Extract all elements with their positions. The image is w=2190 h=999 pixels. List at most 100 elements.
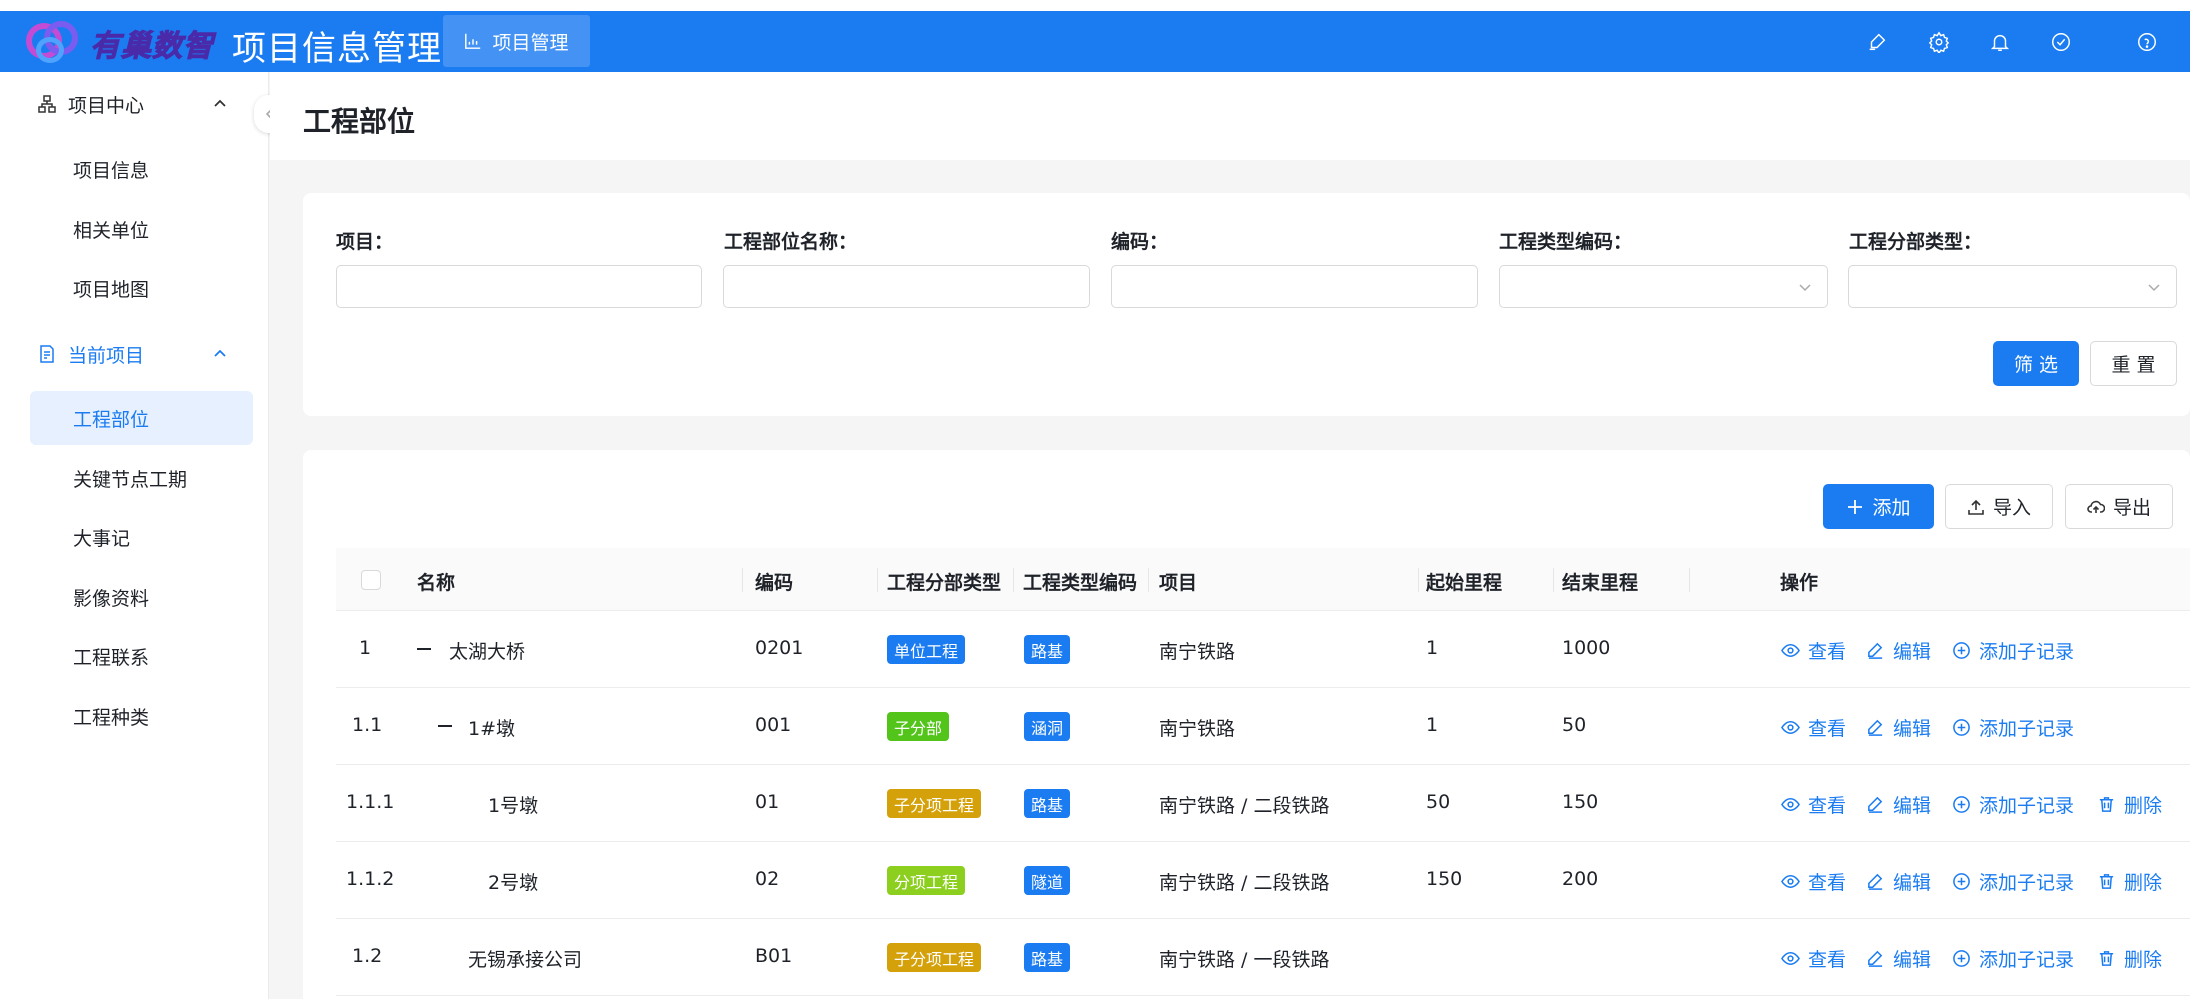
export-button[interactable]: 导出 — [2065, 484, 2173, 529]
export-button-label: 导出 — [2112, 497, 2151, 519]
name-filter-input[interactable] — [723, 265, 1090, 308]
add-button[interactable]: 添加 — [1823, 484, 1934, 529]
view-action-label: 查看 — [1808, 718, 1847, 740]
sidebar-group-label: 当前项目 — [68, 344, 145, 367]
page-title: 工程部位 — [303, 105, 416, 138]
project-filter-label: 项目： — [336, 231, 394, 253]
row-code: B01 — [755, 945, 793, 967]
app-header: 有巢数智 项目信息管理 项目管理 — [0, 11, 2190, 72]
eye-icon — [1781, 875, 1800, 888]
row-start-mileage: 1 — [1426, 714, 1439, 736]
plus-circle-icon — [1953, 796, 1970, 813]
app-title: 项目信息管理 — [232, 29, 442, 69]
view-action[interactable]: 查看 — [1781, 945, 1846, 972]
edit-action[interactable]: 编辑 — [1866, 714, 1931, 741]
edit-action-label: 编辑 — [1893, 949, 1932, 971]
collapse-toggle-icon[interactable] — [417, 648, 431, 650]
plus-circle-icon — [1953, 719, 1970, 736]
reset-button[interactable]: 重 置 — [2090, 341, 2177, 386]
eye-icon — [1781, 798, 1800, 811]
bell-icon[interactable] — [1987, 29, 2013, 55]
row-index: 1.1 — [352, 714, 383, 736]
sidebar-item-events[interactable]: 大事记 — [30, 510, 253, 564]
delete-action[interactable]: 删除 — [2097, 945, 2162, 972]
edit-action-label: 编辑 — [1893, 641, 1932, 663]
sidebar-item-project-map[interactable]: 项目地图 — [30, 261, 253, 315]
type-code-tag: 涵洞 — [1024, 712, 1071, 741]
add-child-action[interactable]: 添加子记录 — [1952, 791, 2074, 818]
view-action[interactable]: 查看 — [1781, 637, 1846, 664]
code-filter-input[interactable] — [1111, 265, 1478, 308]
add-child-action[interactable]: 添加子记录 — [1952, 945, 2074, 972]
delete-action[interactable]: 删除 — [2097, 791, 2162, 818]
plus-circle-icon — [1953, 950, 1970, 967]
row-code: 0201 — [755, 637, 804, 659]
table-row: 1 太湖大桥 0201 单位工程 路基 南宁铁路 1 1000 查看 编辑 添加子记录 — [336, 611, 2190, 688]
sidebar-item-categories[interactable]: 工程种类 — [30, 689, 253, 743]
check-circle-icon[interactable] — [2048, 29, 2074, 55]
chevron-down-icon — [2148, 284, 2160, 292]
sidebar-item-project-info[interactable]: 项目信息 — [30, 142, 253, 196]
column-header-division-type: 工程分部类型 — [887, 572, 1002, 594]
brush-icon[interactable] — [1864, 29, 1890, 55]
type-code-tag: 路基 — [1024, 635, 1071, 664]
row-end-mileage: 1000 — [1562, 637, 1611, 659]
logo: 有巢数智 — [22, 15, 222, 67]
gear-icon[interactable] — [1926, 29, 1952, 55]
add-child-action-label: 添加子记录 — [1979, 718, 2075, 740]
division-type-tag: 子分项工程 — [887, 943, 982, 972]
sidebar-item-key-milestones[interactable]: 关键节点工期 — [30, 451, 253, 505]
row-project: 南宁铁路 / 一段铁路 — [1159, 949, 1330, 971]
project-filter-input[interactable] — [336, 265, 702, 308]
logo-mark-icon — [22, 15, 84, 67]
help-icon[interactable] — [2134, 29, 2160, 55]
type-code-select[interactable] — [1499, 265, 1828, 308]
edit-action[interactable]: 编辑 — [1866, 791, 1931, 818]
cloud-upload-icon — [2087, 500, 2105, 513]
view-action-label: 查看 — [1808, 641, 1847, 663]
add-child-action[interactable]: 添加子记录 — [1952, 714, 2074, 741]
edit-action[interactable]: 编辑 — [1866, 945, 1931, 972]
delete-action[interactable]: 删除 — [2097, 868, 2162, 895]
import-button[interactable]: 导入 — [1945, 484, 2053, 529]
nav-tab-label: 项目管理 — [492, 31, 569, 54]
view-action[interactable]: 查看 — [1781, 791, 1846, 818]
column-header-end-mileage: 结束里程 — [1562, 572, 1639, 594]
edit-action[interactable]: 编辑 — [1866, 637, 1931, 664]
division-type-select[interactable] — [1848, 265, 2177, 308]
table-row: 1.1 1#墩 001 子分部 涵洞 南宁铁路 1 50 查看 编辑 添加子记录 — [336, 688, 2190, 765]
nav-tab-project-management[interactable]: 项目管理 — [443, 15, 590, 67]
sidebar-group-current-project[interactable]: 当前项目 — [0, 324, 269, 384]
view-action[interactable]: 查看 — [1781, 868, 1846, 895]
division-type-tag: 子分项工程 — [887, 789, 982, 818]
sidebar-item-contacts[interactable]: 工程联系 — [30, 629, 253, 683]
sidebar-item-related-units[interactable]: 相关单位 — [30, 202, 253, 256]
collapse-toggle-icon[interactable] — [438, 725, 452, 727]
edit-action-label: 编辑 — [1893, 872, 1932, 894]
trash-icon — [2099, 874, 2114, 889]
row-index: 1.1.2 — [346, 868, 395, 890]
eye-icon — [1781, 952, 1800, 965]
page-header: 工程部位 — [270, 72, 2190, 160]
chart-icon — [465, 33, 481, 49]
add-child-action[interactable]: 添加子记录 — [1952, 868, 2074, 895]
sidebar-item-media[interactable]: 影像资料 — [30, 570, 253, 624]
column-header-name: 名称 — [417, 572, 456, 594]
sidebar: 项目中心 项目信息 相关单位 项目地图 当前项目 工程部位 关键节点工期 大事记… — [0, 72, 269, 999]
upload-icon — [1968, 499, 1984, 515]
edit-action[interactable]: 编辑 — [1866, 868, 1931, 895]
plus-circle-icon — [1953, 873, 1970, 890]
sidebar-group-project-center[interactable]: 项目中心 — [0, 74, 269, 134]
row-start-mileage: 50 — [1426, 791, 1451, 813]
select-all-checkbox[interactable] — [361, 570, 381, 590]
delete-action-label: 删除 — [2124, 872, 2163, 894]
sidebar-item-engineering-parts[interactable]: 工程部位 — [30, 391, 253, 445]
row-end-mileage: 200 — [1562, 868, 1599, 890]
filter-button[interactable]: 筛 选 — [1993, 341, 2079, 386]
chevron-down-icon — [1799, 284, 1811, 292]
view-action[interactable]: 查看 — [1781, 714, 1846, 741]
add-child-action[interactable]: 添加子记录 — [1952, 637, 2074, 664]
row-name: 无锡承接公司 — [468, 949, 583, 971]
division-type-filter-label: 工程分部类型： — [1849, 231, 1983, 253]
row-name: 1#墩 — [468, 718, 516, 740]
